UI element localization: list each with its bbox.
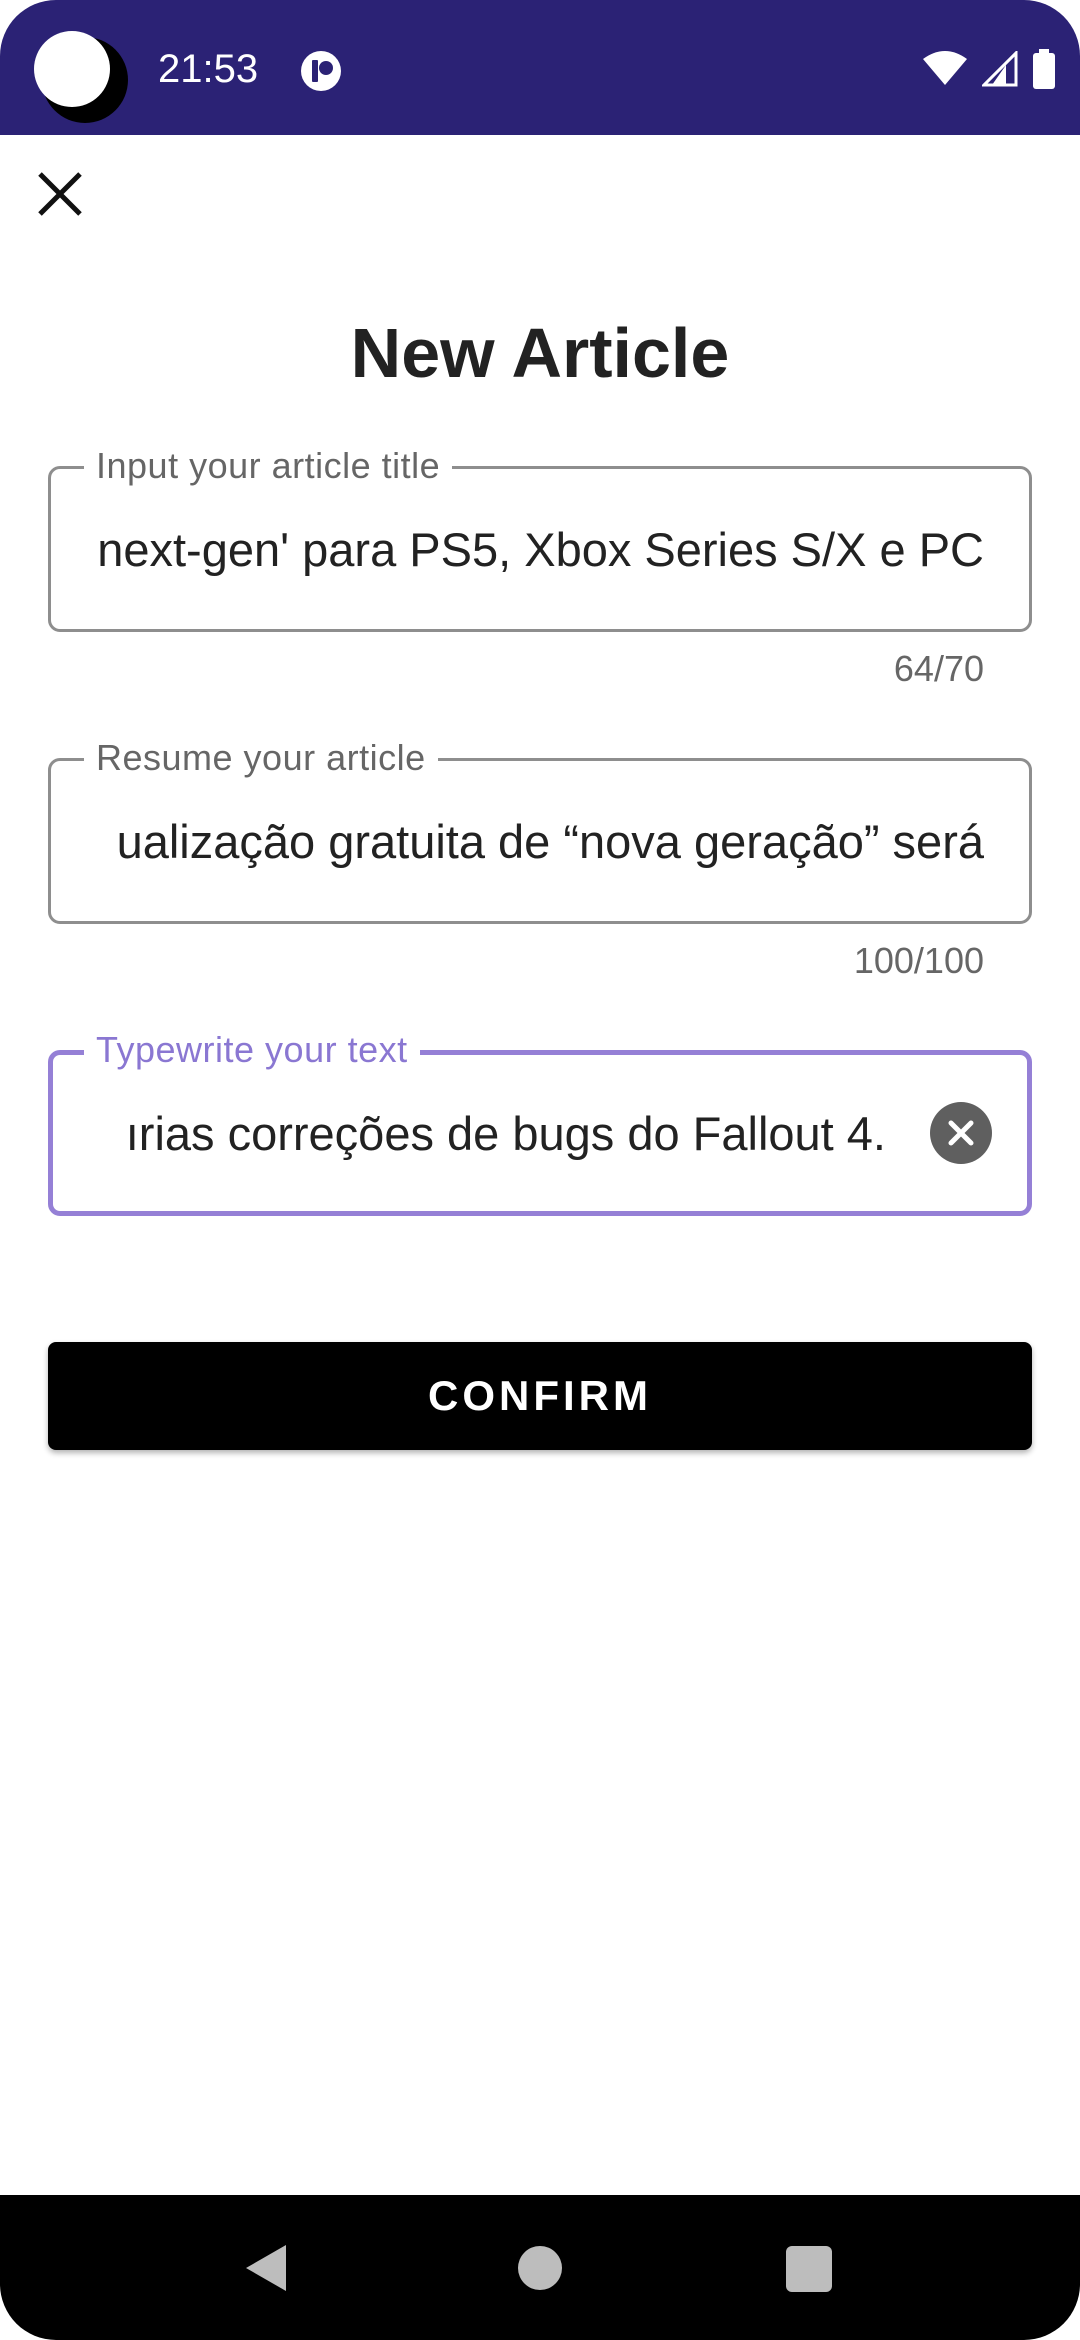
status-right-icons — [922, 46, 1056, 92]
article-title-counter: 64/70 — [893, 648, 984, 689]
camera-cutout — [34, 31, 110, 107]
app-notification-icon — [301, 51, 341, 91]
recents-icon[interactable] — [786, 2246, 832, 2292]
status-bar: 21:53 — [0, 0, 1080, 135]
close-icon — [38, 172, 82, 216]
page-title: New Article — [350, 314, 730, 392]
article-summary-counter: 100/100 — [853, 940, 984, 981]
wifi-icon — [923, 51, 967, 85]
article-summary-field[interactable]: Resume your article ualização gratuita d… — [48, 736, 1032, 924]
battery-icon — [1033, 49, 1055, 89]
article-summary-value: ualização gratuita de “nova geração” ser… — [116, 814, 984, 868]
article-text-value: ırias correções de bugs do Fallout 4. — [125, 1106, 886, 1160]
article-title-value: 'next-gen' para PS5, Xbox Series S/X e P… — [96, 522, 984, 576]
clear-text-button[interactable] — [930, 1102, 992, 1164]
article-title-input[interactable]: 'next-gen' para PS5, Xbox Series S/X e P… — [96, 466, 984, 632]
close-button[interactable] — [28, 162, 92, 226]
cellular-signal-icon — [982, 51, 1018, 87]
article-title-field[interactable]: Input your article title 'next-gen' para… — [48, 444, 1032, 632]
article-summary-input[interactable]: ualização gratuita de “nova geração” ser… — [96, 758, 984, 924]
back-icon[interactable] — [244, 2243, 288, 2293]
article-text-input[interactable]: ırias correções de bugs do Fallout 4. — [96, 1050, 886, 1216]
article-text-field[interactable]: Typewrite your text ırias correções de b… — [48, 1028, 1032, 1216]
status-time: 21:53 — [158, 47, 259, 91]
home-icon[interactable] — [518, 2246, 562, 2290]
clear-circle-icon — [948, 1120, 974, 1146]
confirm-button[interactable]: CONFIRM — [48, 1342, 1032, 1450]
navigation-bar — [0, 2195, 1080, 2340]
